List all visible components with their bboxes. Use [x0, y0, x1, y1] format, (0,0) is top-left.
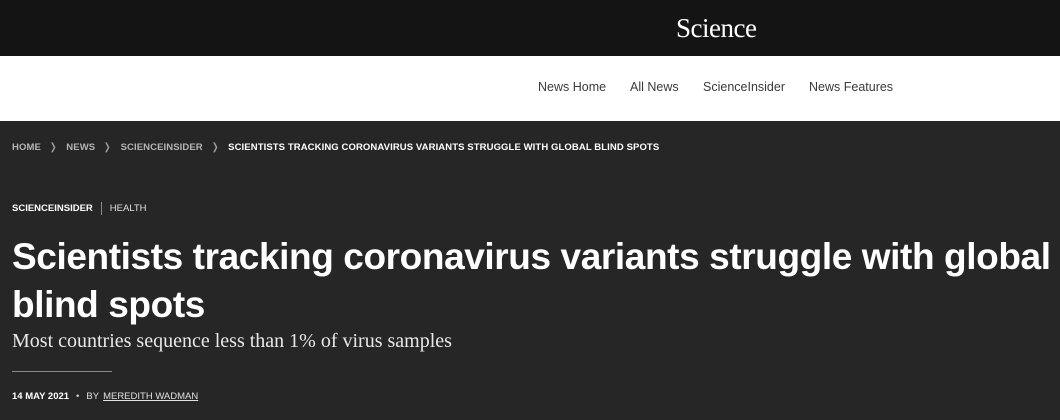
science-logo[interactable]: Science [676, 13, 757, 44]
article-title: Scientists tracking coronavirus variants… [12, 236, 1051, 325]
topic-tag[interactable]: HEALTH [110, 203, 147, 214]
breadcrumb-scienceinsider[interactable]: SCIENCEINSIDER [121, 142, 203, 153]
byline-by: BY [86, 391, 100, 402]
breadcrumb-current: SCIENTISTS TRACKING CORONAVIRUS VARIANTS… [228, 141, 660, 153]
chevron-right-icon: ❯ [49, 141, 57, 153]
article-tags: SCIENCEINSIDER HEALTH [12, 202, 147, 215]
nav-news-home[interactable]: News Home [538, 80, 606, 94]
publish-date: 14 MAY 2021 [12, 391, 70, 402]
chevron-right-icon: ❯ [104, 141, 111, 153]
divider [12, 371, 112, 372]
author-link[interactable]: MEREDITH WADMAN [103, 391, 198, 402]
chevron-right-icon: ❯ [211, 141, 219, 153]
nav-all-news[interactable]: All News [630, 80, 679, 94]
byline: 14 MAY 2021 • BY MEREDITH WADMAN [12, 391, 198, 402]
nav-scienceinsider[interactable]: ScienceInsider [703, 80, 785, 94]
top-bar: Science [0, 0, 1060, 56]
separator-dot: • [76, 391, 80, 402]
breadcrumb-news[interactable]: NEWS [66, 142, 95, 153]
article-subtitle: Most countries sequence less than 1% of … [12, 330, 452, 352]
breadcrumb: HOME ❯ NEWS ❯ SCIENCEINSIDER ❯ SCIENTIST… [12, 140, 659, 154]
section-tag[interactable]: SCIENCEINSIDER [12, 203, 93, 214]
nav-news-features[interactable]: News Features [809, 80, 893, 94]
breadcrumb-home[interactable]: HOME [12, 142, 41, 153]
news-nav: News Home All News ScienceInsider News F… [0, 56, 1060, 121]
article-header: HOME ❯ NEWS ❯ SCIENCEINSIDER ❯ SCIENTIST… [0, 121, 1060, 420]
tag-divider [100, 202, 102, 215]
